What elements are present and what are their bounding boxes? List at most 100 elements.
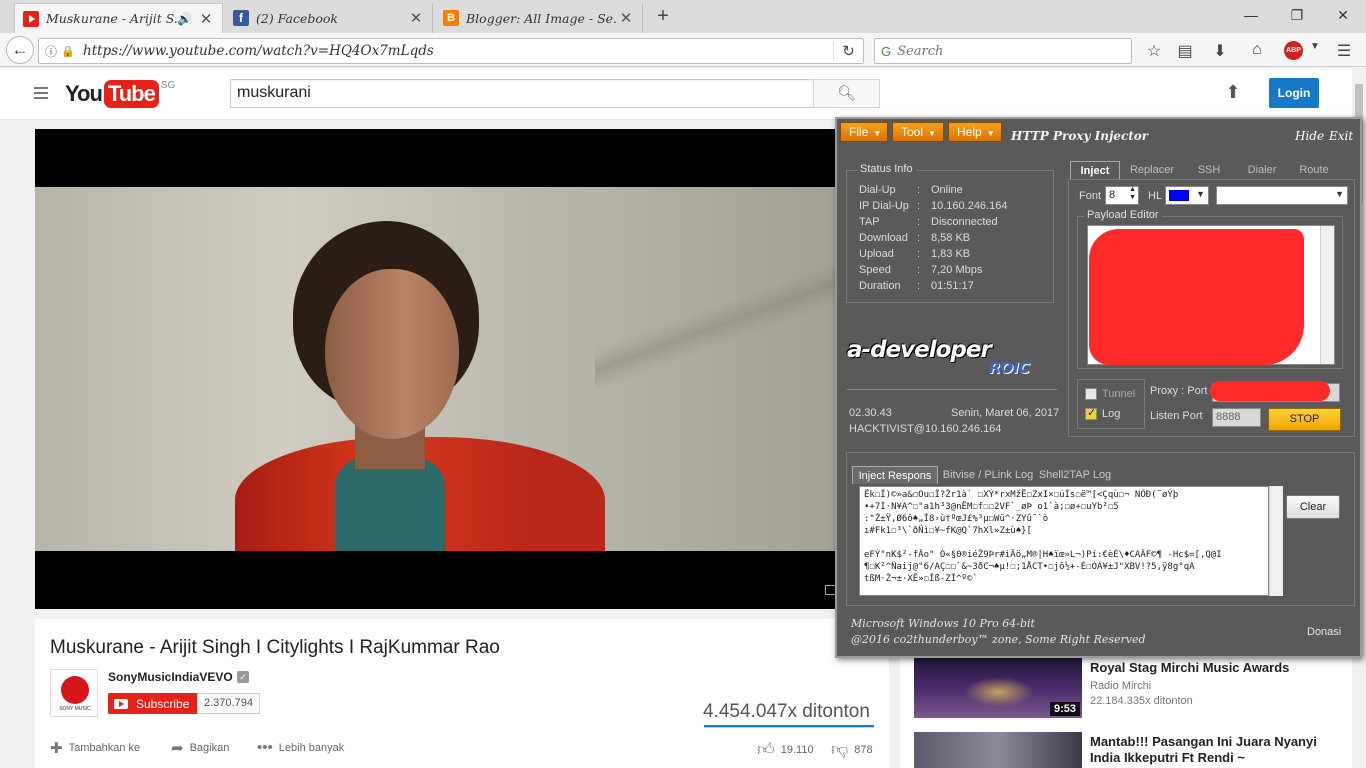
subscribe-label: Subscribe: [136, 696, 190, 711]
channel-avatar[interactable]: SONY MUSIC: [50, 669, 98, 717]
share-button[interactable]: ➦ Bagikan: [171, 739, 229, 757]
tool-menu[interactable]: Tool ▼: [892, 122, 944, 142]
close-window-button[interactable]: ✕: [1320, 0, 1366, 30]
related-channel: Radio Mirchi: [1090, 680, 1152, 692]
youtube-search-input[interactable]: muskurani: [230, 79, 814, 108]
thumbs-up-icon: 👍︎: [757, 740, 775, 759]
tab-inject-respons[interactable]: Inject Respons: [852, 466, 938, 484]
search-button[interactable]: 🔍︎: [813, 79, 880, 108]
guide-menu-icon[interactable]: [34, 87, 48, 99]
close-tab-icon[interactable]: ✕: [198, 10, 214, 28]
tab-ssh[interactable]: SSH: [1189, 161, 1229, 179]
tab-bitvise-log[interactable]: Bitvise / PLink Log: [941, 466, 1035, 484]
speaker-icon[interactable]: 🔊: [177, 12, 192, 26]
help-menu[interactable]: Help ▼: [948, 122, 1002, 142]
minimize-button[interactable]: —: [1228, 0, 1274, 30]
payload-select[interactable]: ▼: [1216, 186, 1348, 205]
browser-tab-bar: Muskurane - Arijit S... 🔊 ✕ f (2) Facebo…: [0, 0, 1366, 33]
related-video-item[interactable]: 9:53 Royal Stag Mirchi Music Awards Radi…: [914, 657, 1344, 719]
reload-icon[interactable]: ↻: [833, 42, 863, 60]
info-icon[interactable]: ⓘ: [41, 43, 61, 60]
video-thumbnail[interactable]: 9:53: [914, 657, 1082, 718]
download-icon[interactable]: ⬇: [1209, 41, 1231, 61]
log-checkbox[interactable]: [1085, 406, 1097, 420]
listen-port-input[interactable]: 8888: [1212, 408, 1261, 427]
tab-youtube[interactable]: Muskurane - Arijit S... 🔊 ✕: [14, 3, 223, 33]
payload-scrollbar[interactable]: [1320, 226, 1334, 364]
hide-button[interactable]: Hide: [1295, 129, 1324, 143]
plus-icon: ✚: [50, 740, 63, 757]
home-icon[interactable]: ⌂: [1246, 41, 1268, 61]
redaction-mark: [1210, 381, 1330, 401]
log-line: eFÝ"nK$²-fÂo" Ó«§0®iéŽ9Þr#iÄö„M®|H♠ïœ»L¬…: [864, 550, 1222, 560]
subscribe-button[interactable]: Subscribe: [108, 693, 198, 714]
proxy-port-label: Proxy : Port: [1150, 385, 1208, 397]
related-views: 22.184.335x ditonton: [1090, 695, 1193, 707]
add-to-button[interactable]: ✚ Tambahkan ke: [50, 739, 140, 757]
dropdown-arrow-icon: ▼: [928, 129, 936, 138]
dislike-button[interactable]: 👎︎ 878: [831, 739, 873, 760]
status-value: 8,58 KB: [931, 232, 971, 244]
http-proxy-injector-window: File ▼ Tool ▼ Help ▼ HTTP Proxy Injector Hi…: [835, 117, 1362, 658]
video-thumbnail[interactable]: [914, 732, 1082, 768]
tab-route[interactable]: Route: [1292, 161, 1336, 179]
chevron-down-icon[interactable]: ▼: [1304, 41, 1326, 61]
back-button[interactable]: ←: [6, 36, 34, 64]
related-title[interactable]: Royal Stag Mirchi Music Awards: [1090, 660, 1330, 676]
video-frame: [35, 187, 889, 551]
exit-button[interactable]: Exit: [1329, 129, 1353, 143]
related-title[interactable]: Mantab!!! Pasangan Ini Juara Nyanyi Indi…: [1090, 734, 1330, 766]
spinner-arrows-icon[interactable]: ▲ ▼: [1129, 186, 1136, 202]
tunnel-checkbox[interactable]: [1085, 388, 1097, 400]
tab-facebook[interactable]: f (2) Facebook ✕: [225, 3, 433, 33]
related-video-item[interactable]: Mantab!!! Pasangan Ini Juara Nyanyi Indi…: [914, 732, 1344, 768]
menu-icon[interactable]: ☰: [1333, 41, 1355, 61]
stop-button[interactable]: STOP: [1268, 408, 1341, 431]
close-tab-icon[interactable]: ✕: [618, 9, 634, 27]
bookmark-star-icon[interactable]: ☆: [1143, 41, 1165, 61]
reading-list-icon[interactable]: ▤: [1174, 41, 1196, 61]
adblock-icon[interactable]: ABP: [1284, 41, 1303, 60]
youtube-logo[interactable]: You Tube SG: [65, 80, 175, 108]
more-button[interactable]: ••• Lebih banyak: [257, 739, 344, 756]
dropdown-arrow-icon: ▼: [986, 129, 995, 138]
hl-color-picker[interactable]: ▼: [1165, 186, 1209, 205]
chevron-down-icon: ▼: [1196, 189, 1205, 199]
font-size-spinner[interactable]: 8 ▲ ▼: [1105, 186, 1139, 205]
file-menu-label: File: [849, 125, 869, 139]
browser-nav-bar: ← ⓘ 🔒 https://www.youtube.com/watch?v=HQ…: [0, 33, 1366, 67]
like-count: 19.110: [780, 743, 814, 756]
log-scrollbar[interactable]: [1269, 486, 1283, 596]
upload-icon[interactable]: ⬆: [1222, 82, 1244, 104]
status-value: Online: [931, 184, 963, 196]
tab-replacer[interactable]: Replacer: [1126, 161, 1178, 179]
close-tab-icon[interactable]: ✕: [408, 9, 424, 27]
inject-response-log[interactable]: Ëk☐Î)©»a&☐Ou☐Î?Žr1à` ☐XÝ*rxMžË☐ZxI×☐úÍs☐…: [859, 486, 1269, 596]
browser-search-input[interactable]: G Search: [874, 38, 1132, 64]
listen-port-label: Listen Port: [1150, 410, 1203, 422]
tab-shell2tap-log[interactable]: Shell2TAP Log: [1037, 466, 1113, 484]
maximize-button[interactable]: ❐: [1274, 0, 1320, 30]
new-tab-button[interactable]: +: [650, 4, 676, 30]
channel-name[interactable]: SonyMusicIndiaVEVO: [108, 670, 233, 684]
video-player[interactable]: [35, 129, 889, 609]
url-text[interactable]: https://www.youtube.com/watch?v=HQ4Ox7mL…: [83, 43, 833, 59]
like-button[interactable]: 👍︎ 19.110: [757, 739, 814, 760]
file-menu[interactable]: File ▼: [840, 122, 888, 142]
login-button[interactable]: Login: [1269, 78, 1319, 108]
logo-you: You: [65, 81, 103, 106]
facebook-icon: f: [233, 10, 249, 26]
font-size-value: 8: [1109, 189, 1116, 201]
address-bar[interactable]: ⓘ 🔒 https://www.youtube.com/watch?v=HQ4O…: [38, 38, 864, 64]
youtube-icon: [23, 10, 39, 27]
clear-button[interactable]: Clear: [1286, 495, 1340, 519]
tab-blogger[interactable]: B Blogger: All Image - Se... ✕: [435, 3, 643, 33]
dropdown-arrow-icon: ▼: [873, 129, 882, 138]
donasi-link[interactable]: Donasi: [1307, 626, 1341, 638]
tab-dialer[interactable]: Dialer: [1240, 161, 1284, 179]
tab-inject[interactable]: Inject: [1070, 161, 1120, 179]
subscriber-count: 2.370.794: [197, 693, 260, 714]
video-title: Muskurane - Arijit Singh I Citylights I …: [50, 637, 500, 658]
status-row: IP Dial-Up:10.160.246.164: [859, 200, 1008, 212]
